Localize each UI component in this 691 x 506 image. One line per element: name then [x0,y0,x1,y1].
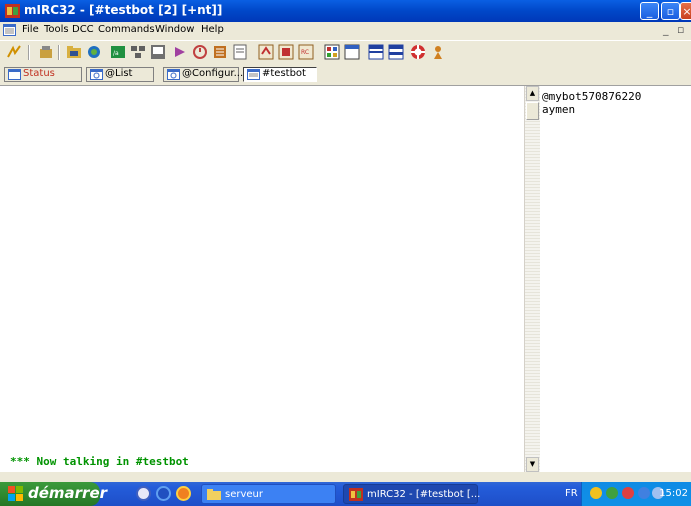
chat-scrollbar[interactable]: ▲ ▼ [524,86,540,472]
toolbar-separator [58,45,60,60]
title-bar[interactable]: mIRC32 - [#testbot [2] [+nt]] _ ▫ × [0,0,691,22]
mdi-minimize-button[interactable]: _ [663,23,669,36]
scripts-icon[interactable]: /a [110,44,126,60]
network-icon[interactable] [606,487,618,499]
chat-line: *** Now talking in #testbot [10,455,189,468]
status-window-icon [8,69,21,80]
menu-commands[interactable]: Commands [98,24,155,35]
dcc-chat-icon[interactable] [150,44,166,60]
notify-icon[interactable] [172,44,188,60]
help-icon[interactable] [410,44,426,60]
clock[interactable]: 15:02 [659,488,688,499]
address-book-icon[interactable] [86,44,102,60]
start-label: démarrer [28,484,108,502]
internet-explorer-icon[interactable] [136,486,151,501]
list-window-icon [90,69,103,80]
mirc-app-icon [349,488,363,501]
restore-button[interactable]: ▫ [661,2,680,20]
channels-folder-icon[interactable] [66,44,82,60]
menu-help[interactable]: Help [201,24,224,35]
tab-testbot[interactable]: #testbot [243,67,317,82]
custom-window-icon [167,69,180,80]
tab-list-label: @List [105,68,133,79]
menu-window[interactable]: Window [155,24,194,35]
scroll-down-button[interactable]: ▼ [526,457,539,472]
tab-configure[interactable]: @Configur... [163,67,243,82]
scroll-up-button[interactable]: ▲ [526,86,539,101]
switchbar: Status @List @Configur... #testbot [0,65,691,86]
tab-status-label: Status [23,68,55,79]
tab-configure-label: @Configur... [182,68,244,79]
options-icon[interactable] [38,44,54,60]
window-title: mIRC32 - [#testbot [2] [+nt]] [24,3,223,17]
channel-window-icon[interactable] [3,24,16,36]
taskbar-serveur-label: serveur [225,489,263,500]
tile-icon[interactable] [324,44,340,60]
connect-icon[interactable] [6,44,22,60]
taskbar: démarrer serveur mIRC32 - [#testbot [...… [0,482,691,506]
timer-icon[interactable] [192,44,208,60]
messenger-tray-icon[interactable] [638,487,650,499]
language-indicator[interactable]: FR [565,488,578,499]
minimize-button[interactable]: _ [640,2,659,20]
scroll-thumb[interactable] [526,102,539,120]
colors-icon[interactable] [232,44,248,60]
tab-list[interactable]: @List [86,67,154,82]
tab-testbot-label: #testbot [262,68,306,79]
tile-horizontal-icon[interactable] [368,44,384,60]
system-tray: 15:02 [581,482,691,506]
menu-file[interactable]: File [22,24,39,35]
cascade-icon[interactable] [344,44,360,60]
security-shield-icon[interactable] [590,487,602,499]
chat-display[interactable]: *** Now talking in #testbot [0,86,524,472]
dcc-send-icon[interactable] [130,44,146,60]
menu-bar: File Tools DCC Commands Window Help _ ▫ [0,22,691,40]
tab-status[interactable]: Status [4,67,82,82]
close-button[interactable]: × [680,2,691,20]
urls-icon[interactable] [212,44,228,60]
toolbar: /a RC [0,40,691,65]
nick-item[interactable]: aymen [542,103,575,116]
log-files-icon[interactable] [278,44,294,60]
received-files-icon[interactable] [258,44,274,60]
nick-list[interactable]: @mybot570876220 aymen [540,86,691,472]
mirc-app-icon[interactable] [5,4,20,18]
media-player-icon[interactable] [156,486,171,501]
svg-text:RC: RC [301,49,309,56]
svg-text:/a: /a [113,50,119,57]
folder-icon [207,489,221,500]
menu-dcc[interactable]: DCC [72,24,94,35]
antivirus-icon[interactable] [622,487,634,499]
taskbar-mirc[interactable]: mIRC32 - [#testbot [... [343,484,481,504]
windows-logo-icon [8,486,23,501]
start-button[interactable]: démarrer [0,482,107,506]
menu-tools[interactable]: Tools [44,24,69,35]
about-icon[interactable] [430,44,446,60]
mdi-restore-button[interactable]: ▫ [677,23,684,36]
taskbar-mirc-label: mIRC32 - [#testbot [... [367,489,481,500]
tile-vertical-icon[interactable] [388,44,404,60]
nick-item[interactable]: @mybot570876220 [542,90,641,103]
taskbar-serveur[interactable]: serveur [201,484,336,504]
channel-window-icon [247,69,260,80]
notify-list-icon[interactable]: RC [298,44,314,60]
messenger-icon[interactable] [176,486,191,501]
toolbar-separator [28,45,30,60]
